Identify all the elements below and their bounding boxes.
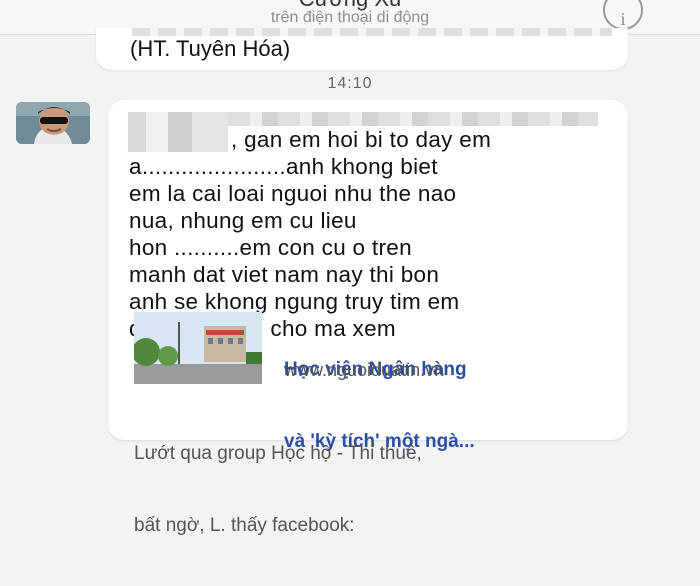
- avatar[interactable]: [16, 102, 90, 144]
- previous-message-text: (HT. Tuyên Hóa): [130, 36, 291, 61]
- message-line: manh dat viet nam nay thi bon: [129, 262, 440, 287]
- previous-message-bubble[interactable]: (HT. Tuyên Hóa): [96, 28, 628, 70]
- message-bubble[interactable]: , gan em hoi bi to day em a.............…: [108, 100, 628, 536]
- message-line: , gan em hoi bi to day em: [231, 127, 492, 152]
- link-thumbnail[interactable]: [134, 312, 262, 384]
- link-domain: www.nguoiduatin.vn: [284, 360, 445, 380]
- link-description-line: bất ngờ, L. thấy facebook:: [134, 515, 355, 536]
- link-description: Lướt qua group Học hộ - Thi thuê, bất ng…: [134, 394, 604, 586]
- message-line: em la cai loai nguoi nhu the nao: [129, 181, 457, 206]
- info-glyph: i: [620, 9, 626, 29]
- message-line: hon ..........em con cu o tren: [129, 235, 412, 260]
- message-line: a......................anh khong biet: [129, 154, 438, 179]
- link-description-line: Lướt qua group Học hộ - Thi thuê,: [134, 443, 422, 464]
- avatar-image: [16, 102, 90, 144]
- message-line: nua, nhung em cu lieu: [129, 208, 357, 233]
- thumbnail-image: [134, 312, 262, 384]
- link-preview[interactable]: Học viện Ngân hàng và 'kỳ tích' một ngà.…: [134, 312, 614, 452]
- message-timestamp: 14:10: [327, 75, 373, 92]
- contact-status: trên điện thoại di động: [270, 9, 430, 26]
- previous-message-cutoff: [132, 28, 612, 36]
